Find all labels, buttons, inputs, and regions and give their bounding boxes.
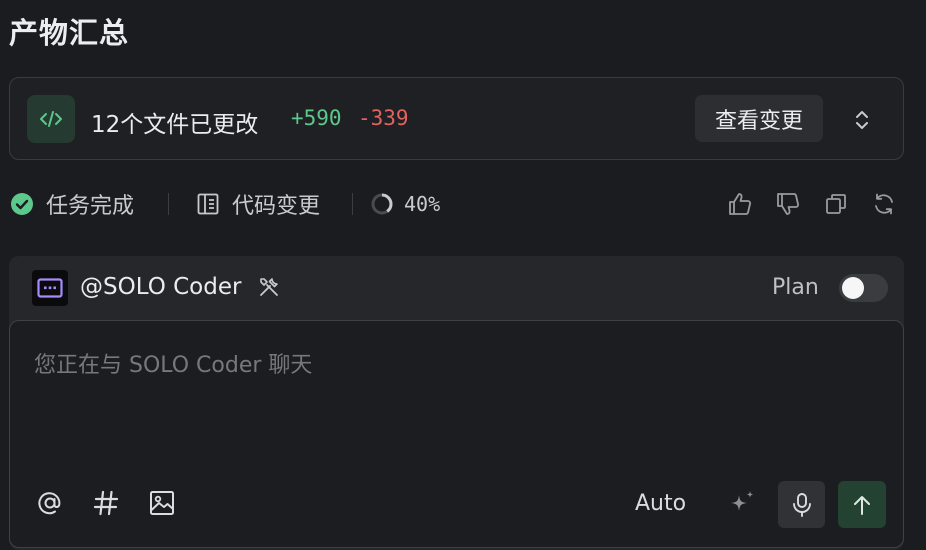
thumbs-up-icon[interactable] (726, 190, 754, 218)
mode-selector[interactable]: Auto (635, 491, 686, 516)
progress-percent: 40% (404, 192, 441, 216)
view-changes-button[interactable]: 查看变更 (695, 95, 823, 142)
microphone-icon (790, 492, 814, 518)
refresh-icon[interactable] (870, 190, 898, 218)
tools-icon[interactable] (256, 274, 282, 300)
page-title: 产物汇总 (9, 16, 130, 50)
diff-icon (196, 192, 220, 216)
chevron-up-down-icon[interactable] (848, 106, 876, 134)
task-complete-label: 任务完成 (46, 194, 135, 219)
chat-composer: @SOLO Coder Plan 您正在与 SOLO Coder 聊天 Auto (9, 256, 904, 550)
at-icon[interactable] (34, 487, 66, 519)
composer-header: @SOLO Coder Plan (9, 256, 904, 320)
robot-icon (32, 270, 68, 306)
code-changes-link[interactable]: 代码变更 (196, 186, 320, 222)
agent-name[interactable]: @SOLO Coder (80, 274, 241, 300)
send-button[interactable] (838, 481, 886, 528)
divider (168, 193, 169, 215)
additions-count: +590 (291, 106, 342, 130)
thumbs-down-icon[interactable] (774, 190, 802, 218)
microphone-button[interactable] (778, 481, 825, 528)
progress-indicator: 40% (370, 186, 440, 222)
code-changes-label: 代码变更 (232, 194, 321, 219)
divider (352, 193, 353, 215)
files-changed-text: 12个文件已更改 (91, 112, 259, 138)
toggle-knob (842, 277, 864, 299)
changes-summary-card: 12个文件已更改 +590 -339 查看变更 (9, 77, 904, 160)
hash-icon[interactable] (90, 487, 122, 519)
progress-ring-icon (370, 192, 394, 216)
task-complete-status: 任务完成 (10, 186, 134, 222)
status-row: 任务完成 代码变更 40% (10, 186, 906, 222)
image-icon[interactable] (146, 487, 178, 519)
plan-label: Plan (772, 275, 819, 300)
sparkle-icon[interactable] (726, 489, 758, 521)
arrow-up-icon (850, 493, 874, 517)
code-icon (27, 95, 75, 143)
deletions-count: -339 (358, 106, 409, 130)
copy-icon[interactable] (822, 190, 850, 218)
chat-input-box[interactable]: 您正在与 SOLO Coder 聊天 Auto (9, 320, 904, 548)
plan-toggle[interactable] (839, 274, 888, 302)
chat-input[interactable]: 您正在与 SOLO Coder 聊天 (34, 347, 312, 379)
check-circle-icon (10, 192, 34, 216)
